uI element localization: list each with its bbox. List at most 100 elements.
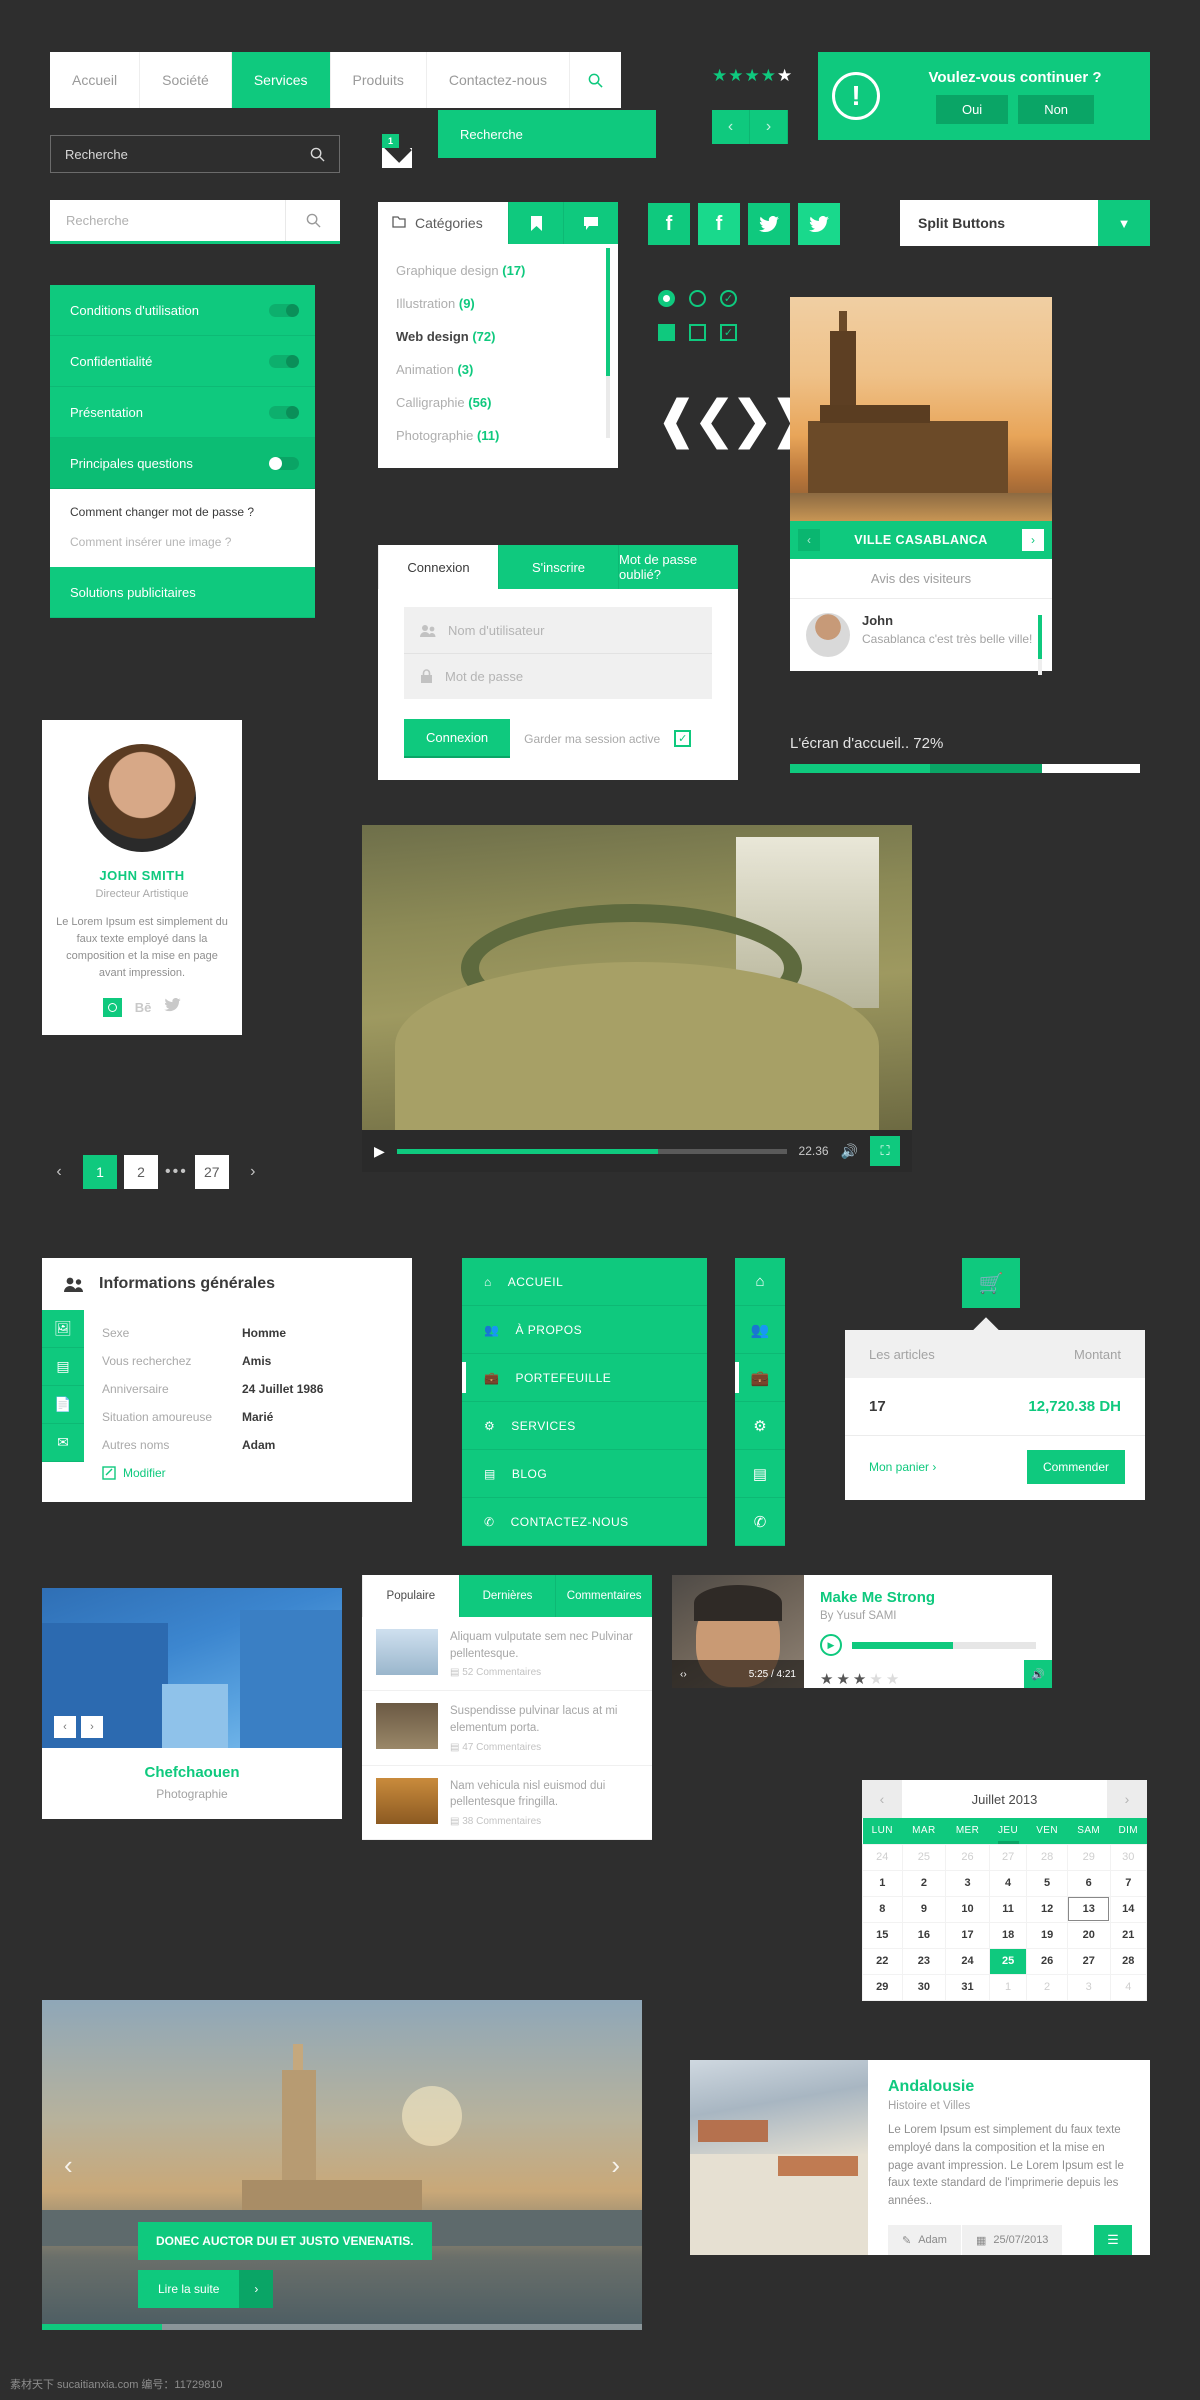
volume-icon[interactable]: 🔊 [1024, 1660, 1052, 1688]
tab-populaire[interactable]: Populaire [362, 1575, 459, 1617]
calendar-day[interactable]: 8 [862, 1895, 903, 1923]
calendar-day[interactable]: 9 [901, 1895, 947, 1923]
next-arrow-button[interactable]: › [81, 1716, 103, 1738]
tab-commentaires[interactable]: Commentaires [555, 1575, 653, 1617]
accordion-item-principales-questions[interactable]: Principales questions [50, 438, 315, 489]
iconmenu-home-icon[interactable]: ⌂ [735, 1258, 785, 1306]
calendar-day[interactable]: 4 [988, 1869, 1028, 1897]
iconmenu-phone-icon[interactable]: ✆ [735, 1498, 785, 1546]
category-item[interactable]: Web design (72) [378, 320, 618, 353]
calendar-day[interactable]: 17 [945, 1921, 990, 1949]
confirm-yes-button[interactable]: Oui [935, 94, 1009, 124]
behance-icon[interactable]: Bē [135, 1000, 152, 1015]
twitter-icon[interactable] [164, 998, 182, 1017]
play-button[interactable]: ▶ [820, 1634, 842, 1656]
toggle-switch[interactable] [269, 405, 299, 419]
split-button-label[interactable]: Split Buttons [900, 200, 1098, 246]
twitter-icon[interactable] [798, 203, 840, 245]
calendar-day[interactable]: 25 [988, 1947, 1028, 1975]
calendar-day[interactable]: 23 [901, 1947, 947, 1975]
pagination-prev[interactable]: ‹ [42, 1155, 76, 1189]
review-scrollbar[interactable] [1038, 615, 1042, 675]
list-item[interactable]: Nam vehicula nisl euismod dui pellentesq… [362, 1766, 652, 1841]
list-item[interactable]: Suspendisse pulvinar lacus at mi element… [362, 1691, 652, 1766]
accordion-question-1[interactable]: Comment changer mot de passe ? [70, 505, 295, 519]
toggle-switch[interactable] [269, 456, 299, 470]
bookmark-icon[interactable] [508, 202, 563, 244]
category-item[interactable]: Illustration (9) [378, 287, 618, 320]
toggle-switch[interactable] [269, 354, 299, 368]
nav-item-societe[interactable]: Société [140, 52, 232, 108]
checkbox-filled[interactable] [658, 324, 675, 341]
calendar-day[interactable]: 24 [862, 1843, 903, 1871]
chevron-down-icon[interactable]: ▼ [1098, 200, 1150, 246]
calendar-day[interactable]: 1 [988, 1973, 1028, 2001]
pagination[interactable]: ‹ 1 2 ••• 27 › [42, 1155, 270, 1189]
twitter-icon[interactable] [748, 203, 790, 245]
calendar-day[interactable]: 29 [1066, 1843, 1111, 1871]
calendar-day[interactable]: 29 [862, 1973, 903, 2001]
prev-arrow-button[interactable]: ‹ [712, 110, 750, 144]
search-light-button[interactable] [285, 200, 340, 241]
track-nav-icon[interactable]: ‹› [680, 1669, 687, 1680]
radio-button-selected[interactable] [658, 290, 675, 307]
accordion-item-presentation[interactable]: Présentation [50, 387, 315, 438]
photo-nav[interactable]: ‹ › [54, 1716, 103, 1738]
radio-button[interactable] [689, 290, 706, 307]
calendar-day[interactable]: 13 [1066, 1895, 1111, 1923]
checkbox-checked[interactable]: ✓ [720, 324, 737, 341]
calendar-day[interactable]: 6 [1066, 1869, 1111, 1897]
calendar-day[interactable]: 11 [988, 1895, 1028, 1923]
volume-icon[interactable]: 🔊 [841, 1143, 858, 1160]
slider-indicators[interactable] [42, 2324, 642, 2330]
calendar-day[interactable]: 18 [988, 1921, 1028, 1949]
video-controls[interactable]: ▶ 22.36 🔊 ⛶ [362, 1130, 912, 1172]
calendar-day[interactable]: 20 [1066, 1921, 1111, 1949]
calendar-day[interactable]: 5 [1026, 1869, 1068, 1897]
next-arrow-button[interactable]: › [750, 110, 788, 144]
mail-icon[interactable]: ✉ [42, 1424, 84, 1462]
calendar-day[interactable]: 7 [1109, 1869, 1148, 1897]
next-arrow-button[interactable]: › [1021, 529, 1044, 551]
video-progress-track[interactable] [396, 1148, 787, 1154]
side-menu[interactable]: ⌂ ACCUEIL 👥 À PROPOS 💼 PORTEFEUILLE ⚙ SERVIC… [462, 1258, 707, 1546]
calendar-day[interactable]: 28 [1109, 1947, 1148, 1975]
split-button[interactable]: Split Buttons ▼ [900, 200, 1150, 246]
slider-next-button[interactable]: › [611, 2150, 620, 2181]
star-rating[interactable]: ★★★★★ [712, 66, 793, 86]
mail-notification-icon[interactable]: 1 [382, 134, 412, 168]
fullscreen-button[interactable]: ⛶ [870, 1136, 900, 1166]
calendar-day[interactable]: 24 [945, 1947, 990, 1975]
radio-group[interactable]: ✓ [658, 290, 737, 307]
hamburger-icon[interactable]: ☰ [1094, 2225, 1132, 2256]
login-submit-button[interactable]: Connexion [404, 719, 511, 758]
calendar-day[interactable]: 12 [1026, 1895, 1068, 1923]
edit-link[interactable]: Modifier [102, 1466, 412, 1492]
facebook-icon[interactable]: f [698, 203, 740, 245]
keep-session-checkbox[interactable]: ✓ [674, 730, 692, 747]
calendar-day[interactable]: 26 [1026, 1947, 1068, 1975]
calendar-day[interactable]: 22 [862, 1947, 903, 1975]
calendar-day[interactable]: 15 [862, 1921, 903, 1949]
calendar-day[interactable]: 16 [901, 1921, 947, 1949]
nav-item-contactez-nous[interactable]: Contactez-nous [426, 52, 570, 108]
search-input-light[interactable]: Recherche [50, 200, 340, 244]
calendar-day[interactable]: 27 [988, 1843, 1028, 1871]
pagination-next[interactable]: › [236, 1155, 270, 1189]
calendar-day[interactable]: 31 [945, 1973, 990, 2001]
calendar-prev-button[interactable]: ‹ [862, 1780, 902, 1818]
tab-mot-de-passe-oublie[interactable]: Mot de passe oublié? [618, 545, 738, 589]
music-rating[interactable]: ★★★★★ [820, 1670, 1036, 1688]
sidemenu-item-accueil[interactable]: ⌂ ACCUEIL [462, 1258, 707, 1306]
nav-item-produits[interactable]: Produits [330, 52, 427, 108]
top-navigation[interactable]: Accueil Société Services Produits Contac… [50, 52, 621, 108]
nav-item-services[interactable]: Services [231, 52, 331, 108]
iconmenu-users-icon[interactable]: 👥 [735, 1306, 785, 1354]
login-tabs[interactable]: Connexion S'inscrire Mot de passe oublié… [378, 545, 738, 589]
categories-tab-buttons[interactable] [508, 202, 618, 244]
accordion-question-2[interactable]: Comment insérer une image ? [70, 535, 295, 549]
username-field[interactable]: Nom d'utilisateur [404, 607, 712, 653]
calendar-day[interactable]: 3 [945, 1869, 990, 1897]
calendar-day[interactable]: 2 [1026, 1973, 1068, 2001]
sidemenu-item-portefeuille[interactable]: 💼 PORTEFEUILLE [462, 1354, 707, 1402]
